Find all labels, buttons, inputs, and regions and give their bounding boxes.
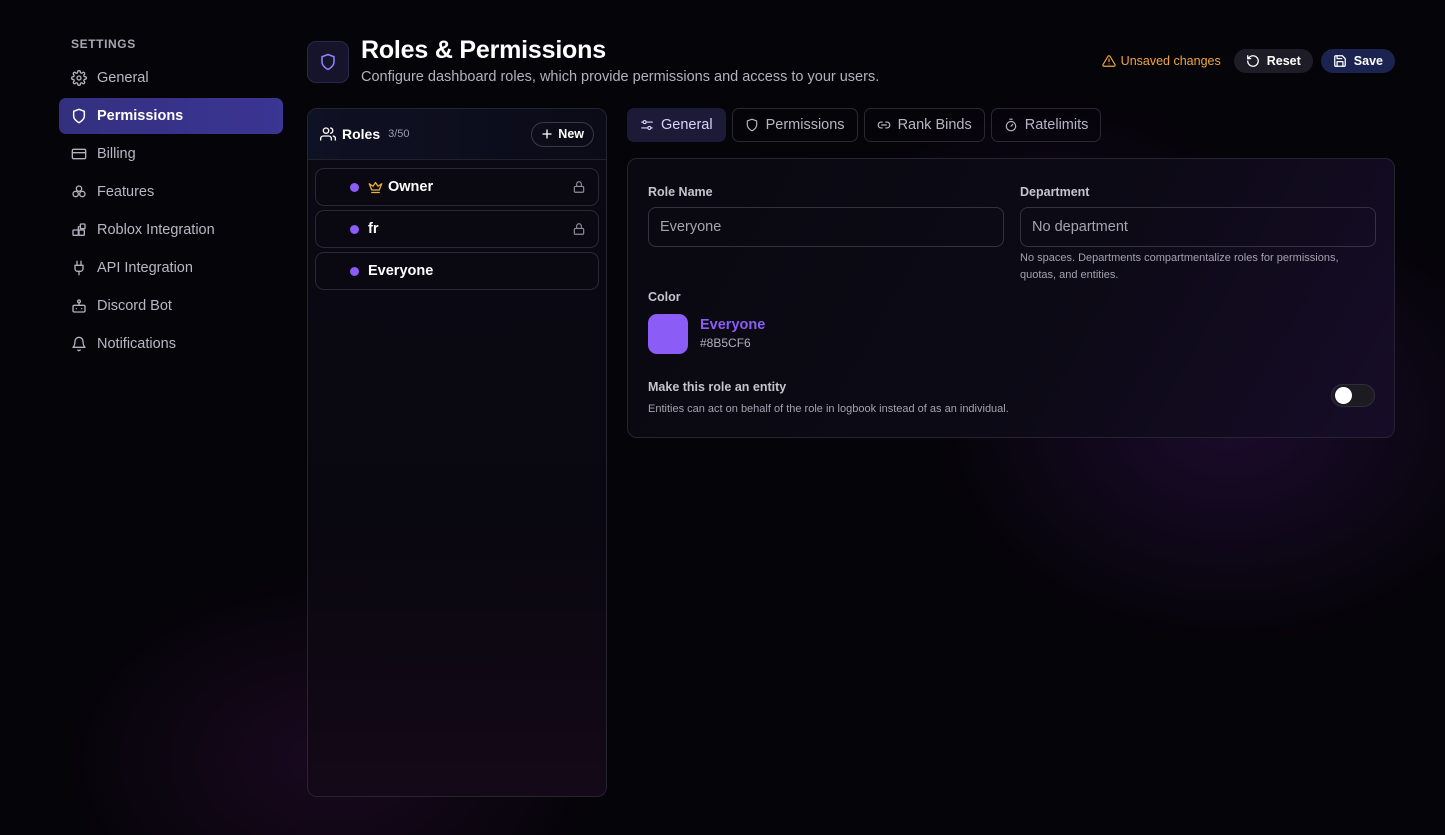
role-item-everyone[interactable]: Everyone	[315, 252, 599, 290]
link-icon	[877, 118, 891, 132]
bot-icon	[71, 298, 87, 314]
sidebar-item-label: Discord Bot	[97, 298, 172, 314]
sidebar-item-label: Permissions	[97, 108, 184, 124]
save-button[interactable]: Save	[1320, 49, 1395, 73]
settings-sidebar: SETTINGS General Permissions Billing Fea…	[59, 30, 283, 362]
header-actions: Unsaved changes Reset Save	[1102, 49, 1395, 73]
roles-title: Roles 3/50	[320, 126, 410, 142]
save-label: Save	[1353, 54, 1383, 68]
sidebar-item-label: Roblox Integration	[97, 222, 215, 238]
tab-label: Rank Binds	[897, 117, 972, 133]
role-name-label: Role Name	[648, 185, 713, 199]
page-shield-icon	[307, 41, 349, 83]
roles-header: Roles 3/50 New	[308, 109, 606, 160]
shield-icon	[71, 108, 87, 124]
credit-card-icon	[71, 146, 87, 162]
role-name-input[interactable]	[648, 207, 1004, 247]
department-label: Department	[1020, 185, 1090, 199]
color-swatch[interactable]	[648, 314, 688, 354]
tab-ratelimits[interactable]: Ratelimits	[990, 108, 1102, 142]
tab-rank-binds[interactable]: Rank Binds	[863, 108, 985, 142]
tab-label: Ratelimits	[1024, 117, 1089, 133]
unsaved-changes-label: Unsaved changes	[1120, 54, 1221, 68]
role-name: Everyone	[368, 263, 434, 279]
role-color-dot	[350, 266, 359, 276]
entity-label: Make this role an entity	[648, 380, 787, 394]
plus-icon	[541, 128, 553, 140]
sidebar-item-roblox-integration[interactable]: Roblox Integration	[59, 212, 283, 248]
reset-label: Reset	[1266, 54, 1301, 68]
users-icon	[320, 126, 336, 142]
tab-label: Permissions	[765, 117, 845, 133]
lock-icon	[572, 222, 586, 236]
color-hex-value: #8B5CF6	[700, 336, 751, 350]
sidebar-item-label: API Integration	[97, 260, 193, 276]
role-name: Owner	[388, 179, 434, 195]
roles-count: 3/50	[388, 128, 410, 140]
role-item-fr[interactable]: fr	[315, 210, 599, 248]
entity-toggle[interactable]	[1331, 384, 1375, 407]
sidebar-item-billing[interactable]: Billing	[59, 136, 283, 172]
lock-icon	[572, 180, 586, 194]
department-hint: No spaces. Departments compartmentalize …	[1020, 252, 1339, 281]
color-role-name: Everyone	[700, 317, 766, 333]
entity-hint: Entities can act on behalf of the role i…	[648, 403, 1009, 415]
crown-icon	[368, 180, 383, 195]
sidebar-item-general[interactable]: General	[59, 60, 283, 96]
sidebar-item-features[interactable]: Features	[59, 174, 283, 210]
role-general-card: Role Name Department No spaces. Departme…	[627, 158, 1395, 438]
sidebar-item-label: Billing	[97, 146, 136, 162]
tab-label: General	[661, 117, 713, 133]
sidebar-item-permissions[interactable]: Permissions	[59, 98, 283, 134]
blocks-icon	[71, 222, 87, 238]
sliders-icon	[640, 118, 654, 132]
timer-icon	[1004, 118, 1018, 132]
roles-list: Owner fr Everyone	[308, 160, 606, 302]
reset-button[interactable]: Reset	[1233, 49, 1313, 73]
save-icon	[1333, 54, 1347, 68]
role-item-owner[interactable]: Owner	[315, 168, 599, 206]
role-tabs: General Permissions Rank Binds Ratelimit…	[627, 108, 1102, 142]
toggle-knob	[1335, 387, 1352, 404]
sidebar-heading: SETTINGS	[71, 37, 136, 51]
color-label: Color	[648, 290, 681, 304]
tab-permissions[interactable]: Permissions	[731, 108, 858, 142]
new-role-button[interactable]: New	[531, 121, 594, 147]
plug-icon	[71, 260, 87, 276]
department-input[interactable]	[1020, 207, 1376, 247]
features-icon	[71, 184, 87, 200]
unsaved-changes-indicator: Unsaved changes	[1102, 54, 1221, 68]
gear-icon	[71, 70, 87, 86]
roles-title-label: Roles	[342, 126, 381, 142]
tab-general[interactable]: General	[627, 108, 726, 142]
bell-icon	[71, 336, 87, 352]
sidebar-item-api-integration[interactable]: API Integration	[59, 250, 283, 286]
shield-icon	[745, 118, 759, 132]
rotate-ccw-icon	[1246, 54, 1260, 68]
sidebar-item-label: General	[97, 70, 149, 86]
page-title: Roles & Permissions	[361, 36, 606, 64]
role-color-dot	[350, 224, 359, 234]
sidebar-item-discord-bot[interactable]: Discord Bot	[59, 288, 283, 324]
page-subtitle: Configure dashboard roles, which provide…	[361, 69, 880, 85]
new-role-label: New	[558, 127, 584, 141]
role-color-dot	[350, 182, 359, 192]
roles-panel: Roles 3/50 New Owner fr Everyone	[307, 108, 607, 797]
sidebar-item-label: Notifications	[97, 336, 176, 352]
warning-icon	[1102, 54, 1116, 68]
sidebar-item-notifications[interactable]: Notifications	[59, 326, 283, 362]
sidebar-item-label: Features	[97, 184, 155, 200]
role-name: fr	[368, 221, 379, 237]
